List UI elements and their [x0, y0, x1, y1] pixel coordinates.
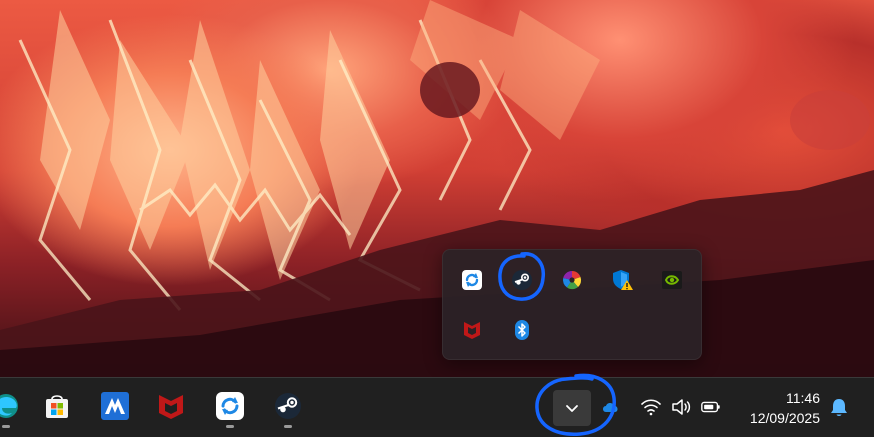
color-wheel-icon — [562, 270, 582, 290]
notifications-button[interactable] — [828, 396, 850, 418]
show-hidden-icons-button[interactable] — [553, 390, 591, 426]
taskbar-app-sync[interactable] — [210, 386, 250, 428]
running-indicator — [226, 425, 234, 428]
nvidia-icon — [662, 271, 682, 289]
taskbar-app-store[interactable] — [37, 386, 77, 426]
steam-icon — [512, 270, 532, 290]
running-indicator — [284, 425, 292, 428]
clock-date: 12/09/2025 — [749, 410, 820, 426]
tray-onedrive[interactable] — [600, 396, 622, 418]
taskbar-app-steam[interactable] — [268, 386, 308, 428]
taskbar-app-mcafee[interactable] — [151, 386, 191, 426]
tray-sync-app[interactable] — [457, 265, 487, 295]
wifi-icon — [641, 399, 661, 416]
volume-icon — [672, 399, 691, 415]
windows-security-warning-icon — [613, 270, 633, 290]
tray-bluetooth[interactable] — [507, 315, 537, 345]
taskbar-app-malwarebytes[interactable] — [95, 386, 135, 426]
volume-control[interactable] — [670, 396, 692, 418]
battery-icon — [701, 401, 720, 413]
tray-windows-security[interactable] — [607, 265, 637, 295]
battery-status[interactable] — [700, 396, 722, 418]
malwarebytes-icon — [101, 392, 129, 420]
cloud-icon — [603, 403, 618, 412]
taskbar: 11:46 12/09/2025 — [0, 377, 874, 437]
tray-color-app[interactable] — [557, 265, 587, 295]
chevron-down-icon — [566, 405, 578, 412]
system-clock[interactable]: 11:46 12/09/2025 — [750, 388, 820, 428]
microsoft-store-icon — [46, 395, 68, 418]
mcafee-icon — [159, 395, 183, 419]
edge-icon — [0, 394, 18, 418]
tray-nvidia[interactable] — [657, 265, 687, 295]
bluetooth-icon — [515, 320, 529, 340]
taskbar-app-edge[interactable] — [0, 386, 26, 428]
wifi-status[interactable] — [640, 396, 662, 418]
tray-mcafee[interactable] — [457, 315, 487, 345]
desktop-wallpaper — [0, 0, 874, 377]
clock-time: 11:46 — [786, 390, 820, 406]
tray-overflow-flyout — [442, 249, 702, 360]
sync-app-icon — [216, 392, 244, 420]
bell-icon — [831, 399, 847, 416]
steam-icon — [275, 393, 301, 419]
running-indicator — [2, 425, 10, 428]
wallpaper-art — [0, 0, 874, 377]
tray-steam[interactable] — [507, 265, 537, 295]
sync-app-icon — [462, 270, 482, 290]
mcafee-icon — [464, 322, 480, 339]
